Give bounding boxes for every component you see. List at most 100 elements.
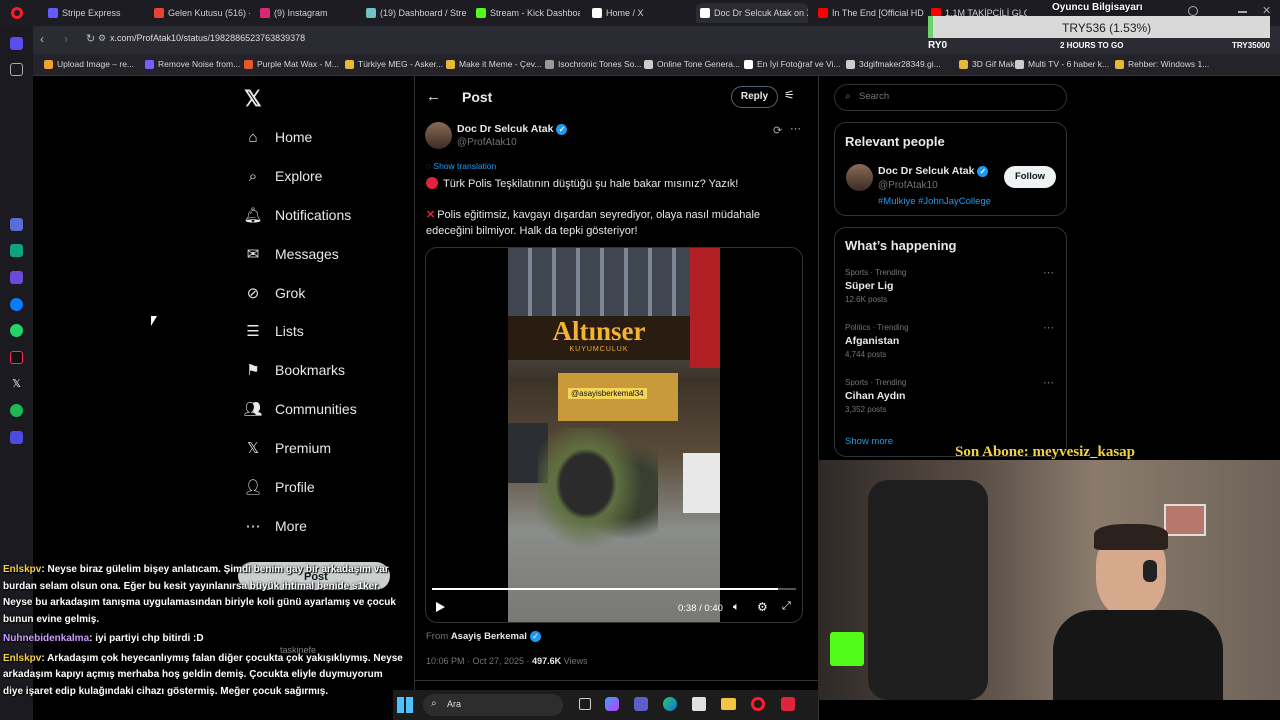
bookmark-item[interactable]: Online Tone Genera... (644, 59, 740, 69)
player-icon[interactable] (10, 431, 23, 444)
chatgpt-icon[interactable] (10, 244, 23, 257)
settings-gear-icon[interactable]: ⚙ (757, 600, 768, 614)
trend-more-icon[interactable]: ⋯ (1043, 376, 1054, 389)
x-logo-icon[interactable]: 𝕏 (244, 86, 262, 112)
show-more-link[interactable]: Show more (845, 436, 893, 447)
back-icon[interactable]: ‹ (40, 32, 44, 46)
nav-bookmarks[interactable]: ⚑ Bookmarks (244, 361, 345, 379)
browser-tab[interactable]: Doc Dr Selcuk Atak on X: (696, 3, 808, 23)
browser-tab[interactable]: Stripe Express (44, 3, 144, 23)
relevant-name-row[interactable]: Doc Dr Selcuk Atak ✓ (878, 165, 989, 177)
relevant-avatar[interactable] (846, 164, 873, 191)
grok-analyze-icon[interactable]: ⟳ (773, 124, 782, 137)
whatsapp-icon[interactable] (10, 324, 23, 337)
from-name[interactable]: Asayiş Berkemal (451, 631, 527, 642)
teams-icon[interactable] (634, 697, 648, 711)
browser-tab[interactable]: Home / X (588, 3, 688, 23)
nav-notifications[interactable]: 🔔︎ Notifications (243, 206, 351, 224)
author-avatar[interactable] (425, 122, 452, 149)
nav-grok[interactable]: ⊘ Grok (244, 284, 306, 302)
nav-profile[interactable]: 👤︎ Profile (243, 478, 314, 496)
volume-icon[interactable]: 🔈︎ (733, 601, 740, 614)
windows-start-icon[interactable] (397, 697, 413, 713)
spotify-icon[interactable] (10, 404, 23, 417)
site-settings-icon[interactable]: ⚙ (98, 33, 106, 44)
post-divider (415, 680, 819, 681)
store-icon[interactable] (692, 697, 706, 711)
video-player[interactable]: Altınser KUYUMCULUK @asayisberkemal34 0:… (425, 247, 803, 623)
browser-tab[interactable]: (9) Instagram (256, 3, 356, 23)
back-arrow-icon[interactable]: ← (426, 88, 441, 105)
bookmark-label: Remove Noise from... (158, 59, 241, 69)
trend-item[interactable]: Sports · Trending Cihan Aydın 3,352 posts ⋯ (845, 376, 1057, 422)
trend-item[interactable]: Sports · Trending Süper Lig 12.6K posts ⋯ (845, 266, 1057, 312)
chat-text: : iyi partiyi chp bitirdi :D (89, 633, 204, 644)
bookmark-item[interactable]: Multi TV - 6 haber k... (1015, 59, 1109, 69)
bookmark-item[interactable]: Remove Noise from... (145, 59, 240, 69)
trend-more-icon[interactable]: ⋯ (1043, 266, 1054, 279)
bookmark-item[interactable]: Upload Image – re... (44, 59, 134, 69)
copilot-icon[interactable] (605, 697, 619, 711)
reply-button[interactable]: Reply (731, 86, 778, 108)
trend-more-icon[interactable]: ⋯ (1043, 321, 1054, 334)
tiktok-icon[interactable] (10, 351, 23, 364)
from-attribution: From Asayiş Berkemal ✓ (426, 631, 541, 642)
bookmark-item[interactable]: Türkiye MEG - Asker... (345, 59, 443, 69)
x-rail-icon[interactable]: 𝕏 (10, 378, 23, 391)
bookmark-favicon-icon (345, 59, 354, 69)
browser-tab[interactable]: Stream - Kick Dashboar (472, 3, 580, 23)
tab-favicon-icon (818, 8, 828, 18)
bookmark-item[interactable]: En İyi Fotoğraf ve Vi... (744, 59, 840, 69)
follow-button[interactable]: Follow (1004, 166, 1056, 188)
opera-taskbar-icon[interactable] (751, 697, 765, 711)
bookmark-item[interactable]: 3D Gif Maker (959, 59, 1022, 69)
nav-messages[interactable]: ✉ Messages (244, 245, 339, 263)
relevant-bio[interactable]: #Mulkiye #JohnJayCollege (878, 196, 991, 207)
url-field[interactable]: x.com/ProfAtak10/status/1982886523763839… (110, 33, 305, 43)
chat-message: Enlskpv: Neyse biraz gülelim bişey anlat… (3, 562, 403, 628)
filter-icon[interactable]: ⚟ (784, 88, 795, 102)
nav-lists[interactable]: ☰ Lists (244, 322, 304, 340)
nav-home-label: Home (275, 129, 313, 145)
star-rail-icon[interactable] (10, 63, 23, 76)
show-translation-link[interactable]: ◌ Show translation (426, 161, 496, 171)
bookmark-item[interactable]: 3dgifmaker28349.gi... (846, 59, 941, 69)
author-name-row[interactable]: Doc Dr Selcuk Atak ✓ (457, 123, 568, 135)
more-options-icon[interactable]: ⋯ (790, 122, 801, 135)
browser-tab-label: Stripe Express (62, 8, 121, 18)
search-input[interactable] (859, 91, 1059, 102)
nav-explore[interactable]: ⌕ Explore (244, 167, 323, 185)
nav-more[interactable]: ⋯ More (244, 517, 307, 535)
opera-logo-icon[interactable] (11, 7, 23, 19)
extension-icon[interactable] (10, 271, 23, 284)
taskbar-search[interactable]: ⌕ Ara (423, 694, 563, 716)
play-icon[interactable] (436, 602, 445, 612)
trend-item[interactable]: Politics · Trending Afganistan 4,744 posts… (845, 321, 1057, 367)
browser-tab[interactable]: In The End [Official HD (814, 3, 924, 23)
reload-icon[interactable]: ↻ (86, 32, 95, 45)
nav-communities[interactable]: 👥︎ Communities (243, 400, 356, 418)
trend-posts: 4,744 posts (845, 350, 887, 359)
nav-home[interactable]: ⌂ Home (244, 128, 312, 146)
search-box[interactable]: ⌕ (834, 84, 1067, 111)
aria-icon[interactable] (10, 218, 23, 231)
file-explorer-icon[interactable] (721, 698, 736, 710)
bookmark-item[interactable]: Make it Meme - Çev... (446, 59, 542, 69)
browser-tab[interactable]: (19) Dashboard / Stream (362, 3, 466, 23)
chat-text: : Arkadaşım çok heyecanlıymış falan diğe… (3, 652, 403, 697)
fullscreen-icon[interactable]: ⤢ (782, 600, 791, 613)
tab-favicon-icon (476, 8, 486, 18)
bookmark-item[interactable]: Isochronic Tones So... (545, 59, 641, 69)
home-rail-icon[interactable] (10, 37, 23, 50)
app-red-icon[interactable] (781, 697, 795, 711)
browser-tab[interactable]: Gelen Kutusu (516) - no (150, 3, 250, 23)
forward-icon[interactable]: › (64, 32, 68, 46)
task-view-icon[interactable] (579, 698, 591, 710)
bookmark-item[interactable]: Rehber: Windows 1... (1115, 59, 1209, 69)
verified-badge-icon: ✓ (556, 123, 568, 135)
nav-premium[interactable]: 𝕏 Premium (244, 439, 331, 457)
edge-icon[interactable] (663, 697, 677, 711)
messenger-icon[interactable] (10, 298, 23, 311)
tab-favicon-icon (48, 8, 58, 18)
bookmark-item[interactable]: Purple Mat Wax - M... (244, 59, 339, 69)
